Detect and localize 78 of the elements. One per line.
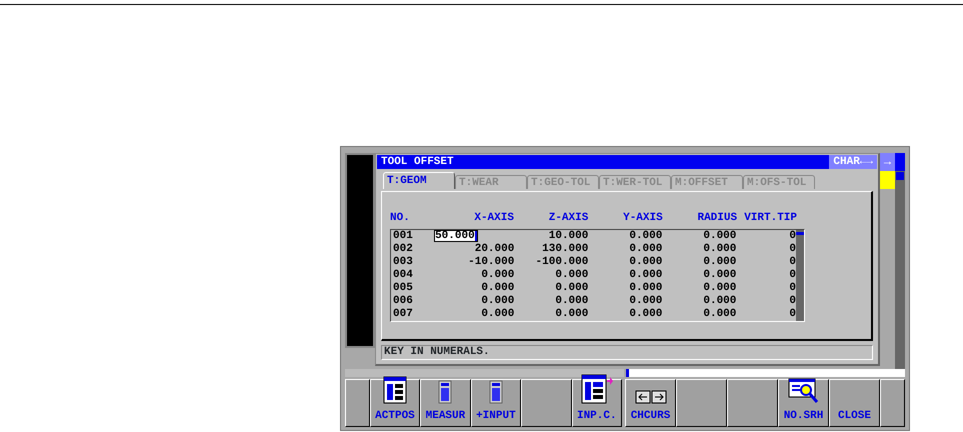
input-mode-indicator: CHAR←→ — [829, 155, 877, 169]
softkey[interactable]: +INPUT — [470, 379, 522, 427]
table-cell-text: 005 — [392, 282, 414, 294]
tab[interactable]: T:WER-TOL — [599, 175, 671, 189]
softkey[interactable]: ACTPOS — [370, 379, 420, 427]
tab[interactable]: T:WEAR — [455, 175, 527, 189]
table-cell-text: 0 — [788, 242, 796, 256]
table-cell-text: 0.000 — [702, 268, 736, 282]
dialog-title: TOOL OFFSET — [381, 155, 454, 169]
table-cell-text: 007 — [392, 308, 414, 320]
scrollbar[interactable] — [895, 171, 905, 369]
column-header: VIRT.TIP — [737, 210, 797, 228]
table-cell-text: 0.000 — [702, 282, 736, 294]
softkey[interactable]: MEASUR — [420, 379, 471, 427]
softkey[interactable] — [727, 379, 778, 427]
coordinates-icon — [382, 376, 407, 404]
table-cell-text: 0.000 — [628, 242, 662, 256]
tab[interactable]: M:OFFSET — [671, 175, 743, 189]
tab[interactable]: T:GEO-TOL — [527, 175, 599, 189]
table-cell-text: 002 — [392, 242, 414, 256]
column-header: X-AXIS — [473, 211, 514, 226]
table-cell-text: 0.000 — [628, 282, 662, 294]
table-cell-text: 0.000 — [480, 308, 514, 320]
table-cell-text: 0.000 — [628, 308, 662, 320]
table-cell-text: 0.000 — [554, 308, 588, 320]
table-cell-text: 0 — [788, 230, 796, 242]
table-cell-text: 0.000 — [702, 230, 736, 242]
softkey[interactable] — [676, 379, 727, 427]
column-header: Z-AXIS — [514, 210, 588, 228]
table-cell-text: 0.000 — [628, 294, 662, 308]
table-cell-text: 0 — [788, 294, 796, 308]
column-header: RADIUS — [662, 210, 738, 228]
table-cell-text: 001 — [392, 230, 414, 242]
table-cell-text: 0.000 — [554, 294, 588, 308]
softkey[interactable]: CLOSE — [829, 379, 880, 427]
search-icon — [788, 378, 820, 404]
table-cell-text: 0 — [788, 256, 796, 268]
table-cell-text: 0 — [788, 268, 796, 282]
table-cell-text: 0.000 — [628, 256, 662, 268]
table-cell-text: 0.000 — [628, 230, 662, 242]
table-cell-text: -100.000 — [534, 256, 588, 268]
column-header: NO. — [390, 211, 411, 226]
calculator-icon — [488, 380, 503, 404]
table-cell-text: 0.000 — [702, 294, 736, 308]
table-cell-text: 0.000 — [702, 256, 736, 268]
softkey[interactable]: CHCURS — [625, 379, 676, 427]
cell-input-field[interactable]: 50.000 — [430, 230, 514, 242]
table-cell-text: 0 — [788, 308, 796, 320]
table-cell-text: 0.000 — [628, 268, 662, 282]
table-cell-text: 20.000 — [474, 242, 514, 256]
table-arrow-icon — [580, 374, 613, 404]
table-cell-text: 130.000 — [541, 242, 588, 256]
softkey[interactable]: NO.SRH — [778, 379, 829, 427]
column-header: Y-AXIS — [622, 211, 663, 226]
table-cell-text: 0.000 — [554, 268, 588, 282]
table-cell-text: 10.000 — [548, 230, 588, 242]
table-cell-text: 0.000 — [702, 308, 736, 320]
status-marker — [880, 171, 895, 189]
table-cell-text: 0.000 — [480, 282, 514, 294]
calculator-icon — [438, 380, 452, 404]
tab[interactable]: M:OFS-TOL — [743, 175, 815, 189]
tab[interactable]: T:GEOM — [383, 172, 455, 189]
side-arrow-button[interactable]: → — [880, 153, 895, 171]
softkey-edge[interactable] — [345, 379, 370, 427]
table-cell-text: 0.000 — [480, 268, 514, 282]
table-cell-text: -10.000 — [467, 256, 514, 268]
arrows-icon — [634, 390, 666, 404]
table-cell-text: 004 — [392, 268, 414, 282]
table-cell-text: 003 — [392, 256, 414, 268]
table-cell-text: 0 — [788, 282, 796, 294]
table-cell-text: 006 — [392, 294, 414, 308]
softkey-edge[interactable] — [880, 379, 905, 427]
softkey[interactable] — [521, 379, 572, 427]
scrollbar[interactable] — [796, 230, 804, 320]
indicator-block — [895, 153, 905, 171]
table-cell-text: 0.000 — [702, 242, 736, 256]
table-cell-text: 0.000 — [554, 282, 588, 294]
table-cell-text: 0.000 — [480, 294, 514, 308]
